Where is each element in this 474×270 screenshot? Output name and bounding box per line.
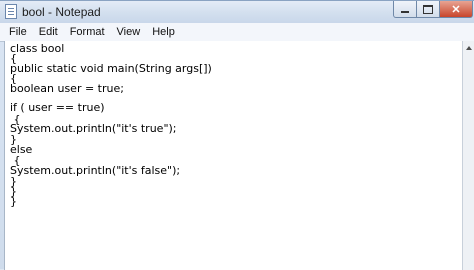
maximize-icon	[423, 4, 433, 14]
code-line: if ( user == true)	[10, 101, 105, 114]
code-line: class bool	[10, 42, 65, 55]
code-line: }	[10, 195, 17, 208]
minimize-icon	[401, 11, 409, 13]
title-bar[interactable]: bool - Notepad ✕	[0, 1, 474, 23]
code-line: System.out.println("it's true");	[10, 122, 177, 135]
maximize-button[interactable]	[416, 1, 440, 18]
menu-view[interactable]: View	[112, 26, 146, 38]
menu-edit[interactable]: Edit	[34, 26, 63, 38]
scroll-up-button[interactable]	[463, 41, 474, 55]
menu-help[interactable]: Help	[147, 26, 180, 38]
vertical-scrollbar[interactable]	[462, 41, 474, 270]
menu-file[interactable]: File	[4, 26, 32, 38]
close-button[interactable]: ✕	[439, 1, 473, 18]
notepad-window: bool - Notepad ✕ File Edit Format View H…	[0, 0, 474, 270]
menu-bar: File Edit Format View Help	[0, 23, 474, 42]
scroll-up-arrow-icon	[465, 46, 472, 50]
code-line: boolean user = true;	[10, 82, 124, 95]
close-icon: ✕	[451, 3, 461, 16]
notepad-icon[interactable]	[5, 4, 17, 19]
window-title: bool - Notepad	[22, 5, 101, 19]
text-editor-area[interactable]: class bool { public static void main(Str…	[4, 41, 462, 270]
code-line: System.out.println("it's false");	[10, 164, 181, 177]
code-line: public static void main(String args[])	[10, 62, 212, 75]
minimize-button[interactable]	[393, 1, 417, 18]
menu-format[interactable]: Format	[65, 26, 110, 38]
